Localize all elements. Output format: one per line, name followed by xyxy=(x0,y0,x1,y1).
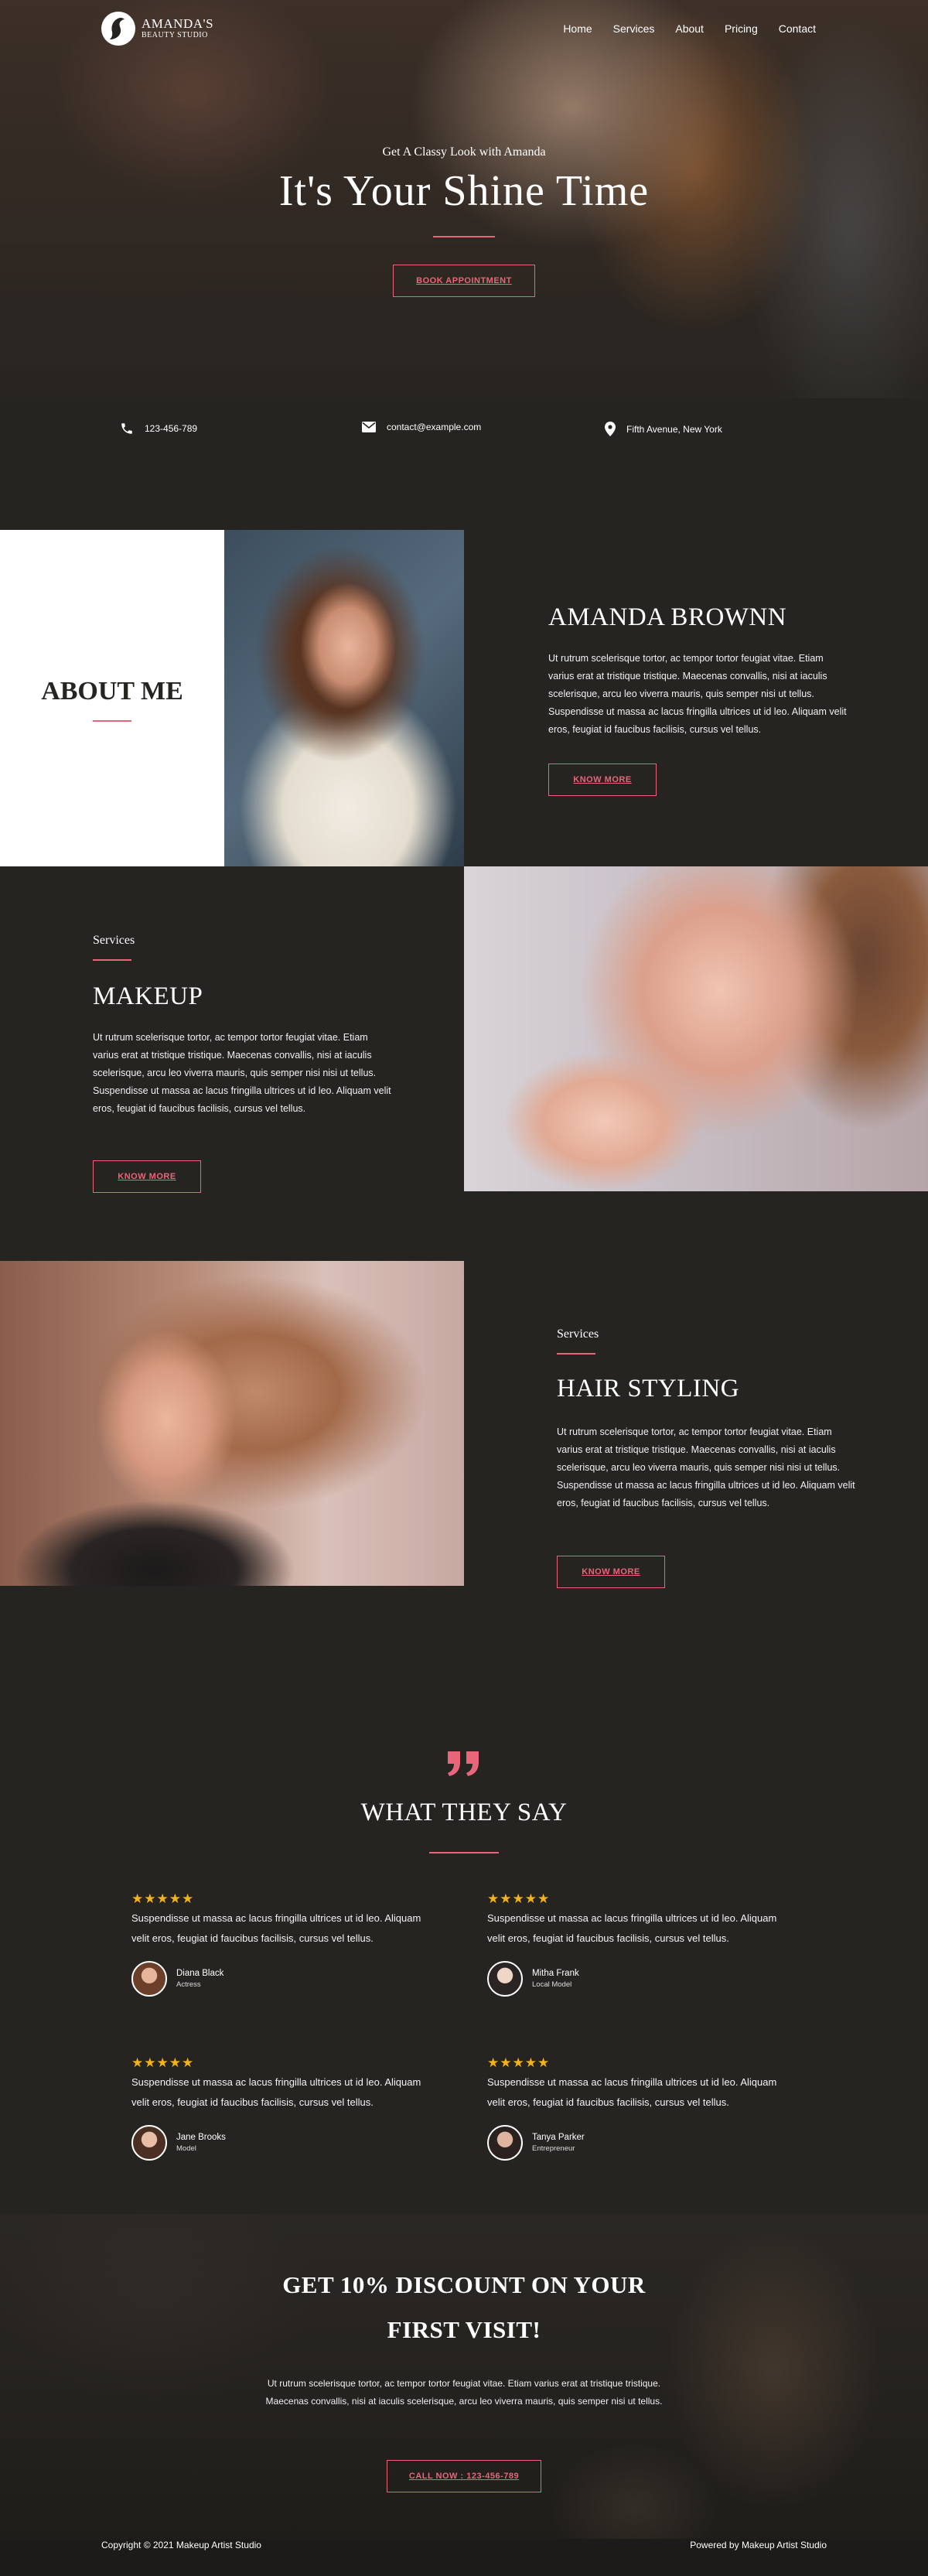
star-rating: ★★★★★ xyxy=(131,2055,195,2070)
star-rating: ★★★★★ xyxy=(487,2055,551,2070)
discount-title-line1: GET 10% DISCOUNT ON YOUR xyxy=(282,2271,646,2298)
hero-divider xyxy=(433,236,495,237)
nav-home[interactable]: Home xyxy=(563,22,592,35)
avatar xyxy=(131,2125,167,2161)
testimonial-card: ★★★★★ Suspendisse ut massa ac lacus frin… xyxy=(487,1891,797,1997)
about-photo xyxy=(224,530,464,866)
testimonial-quote: Suspendisse ut massa ac lacus fringilla … xyxy=(131,1912,421,1944)
about-name: AMANDA BROWNN xyxy=(548,603,787,631)
makeup-text: Ut rutrum scelerisque tortor, ac tempor … xyxy=(93,1032,391,1114)
testimonial-card: ★★★★★ Suspendisse ut massa ac lacus frin… xyxy=(487,2055,797,2161)
location-pin-icon xyxy=(605,422,616,436)
hero-subtitle: Get A Classy Look with Amanda xyxy=(382,145,546,159)
nav-pricing[interactable]: Pricing xyxy=(725,22,758,35)
hair-text: Ut rutrum scelerisque tortor, ac tempor … xyxy=(557,1426,855,1508)
brand-logo[interactable]: AMANDA'S BEAUTY STUDIO xyxy=(101,12,213,46)
envelope-icon xyxy=(362,422,376,432)
author-name: Mitha Frank xyxy=(532,1969,579,1978)
footer-powered[interactable]: Powered by Makeup Artist Studio xyxy=(690,2537,827,2553)
hero-title: It's Your Shine Time xyxy=(278,167,650,215)
main-nav: Home Services About Pricing Contact xyxy=(563,22,816,35)
discount-title-line2: FIRST VISIT! xyxy=(387,2316,541,2343)
hair-styling-photo xyxy=(0,1261,464,1586)
footer-copyright: Copyright © 2021 Makeup Artist Studio xyxy=(101,2540,261,2550)
contact-phone[interactable]: 123-456-789 xyxy=(120,422,197,436)
author-name: Jane Brooks xyxy=(176,2133,226,2142)
author-role: Actress xyxy=(176,1980,201,1989)
testimonials-title: WHAT THEY SAY xyxy=(360,1799,568,1826)
hair-divider xyxy=(557,1353,595,1355)
nav-services[interactable]: Services xyxy=(613,22,655,35)
hair-title: HAIR STYLING xyxy=(557,1375,740,1402)
about-divider xyxy=(93,720,131,722)
avatar xyxy=(131,1961,167,1997)
hero-section: AMANDA'S BEAUTY STUDIO Home Services Abo… xyxy=(0,0,928,398)
author-role: Model xyxy=(176,2144,196,2153)
nav-about[interactable]: About xyxy=(675,22,704,35)
about-title: ABOUT ME xyxy=(41,677,183,705)
testimonial-card: ★★★★★ Suspendisse ut massa ac lacus frin… xyxy=(131,2055,441,2161)
about-know-more-button[interactable]: KNOW MORE xyxy=(548,764,657,796)
address-text: Fifth Avenue, New York xyxy=(626,423,722,435)
discount-title: GET 10% DISCOUNT ON YOUR FIRST VISIT! xyxy=(0,2263,928,2352)
book-appointment-button[interactable]: BOOK APPOINTMENT xyxy=(393,265,535,297)
author-name: Tanya Parker xyxy=(532,2133,585,2142)
about-text: Ut rutrum scelerisque tortor, ac tempor … xyxy=(548,653,847,735)
avatar xyxy=(487,1961,523,1997)
testimonial-quote: Suspendisse ut massa ac lacus fringilla … xyxy=(487,2076,777,2108)
makeup-know-more-button[interactable]: KNOW MORE xyxy=(93,1160,201,1193)
testimonial-quote: Suspendisse ut massa ac lacus fringilla … xyxy=(487,1912,777,1944)
testimonial-card: ★★★★★ Suspendisse ut massa ac lacus frin… xyxy=(131,1891,441,1997)
testimonial-quote: Suspendisse ut massa ac lacus fringilla … xyxy=(131,2076,421,2108)
contact-address[interactable]: Fifth Avenue, New York xyxy=(605,422,722,436)
makeup-title: MAKEUP xyxy=(93,982,203,1010)
testimonials-divider xyxy=(429,1852,499,1853)
call-now-button[interactable]: CALL NOW : 123-456-789 xyxy=(387,2460,541,2492)
star-rating: ★★★★★ xyxy=(487,1891,551,1906)
hair-label: Services xyxy=(557,1327,599,1341)
star-rating: ★★★★★ xyxy=(131,1891,195,1906)
contact-email[interactable]: contact@example.com xyxy=(362,422,481,432)
nav-contact[interactable]: Contact xyxy=(779,22,816,35)
author-name: Diana Black xyxy=(176,1969,224,1978)
makeup-photo xyxy=(464,866,928,1191)
logo-icon xyxy=(101,12,135,46)
author-role: Local Model xyxy=(532,1980,572,1989)
author-role: Entrepreneur xyxy=(532,2144,575,2153)
hair-know-more-button[interactable]: KNOW MORE xyxy=(557,1556,665,1588)
phone-text: 123-456-789 xyxy=(145,423,198,434)
makeup-label: Services xyxy=(93,934,135,947)
avatar xyxy=(487,2125,523,2161)
makeup-divider xyxy=(93,959,131,961)
quote-icon xyxy=(445,1748,483,1779)
email-text: contact@example.com xyxy=(387,422,482,432)
discount-text: Ut rutrum scelerisque tortor, ac tempor … xyxy=(265,2378,663,2407)
contact-bar: 123-456-789 contact@example.com Fifth Av… xyxy=(0,422,928,460)
brand-tagline: BEAUTY STUDIO xyxy=(142,31,208,39)
phone-icon xyxy=(120,422,134,436)
brand-name: AMANDA'S xyxy=(142,16,214,31)
